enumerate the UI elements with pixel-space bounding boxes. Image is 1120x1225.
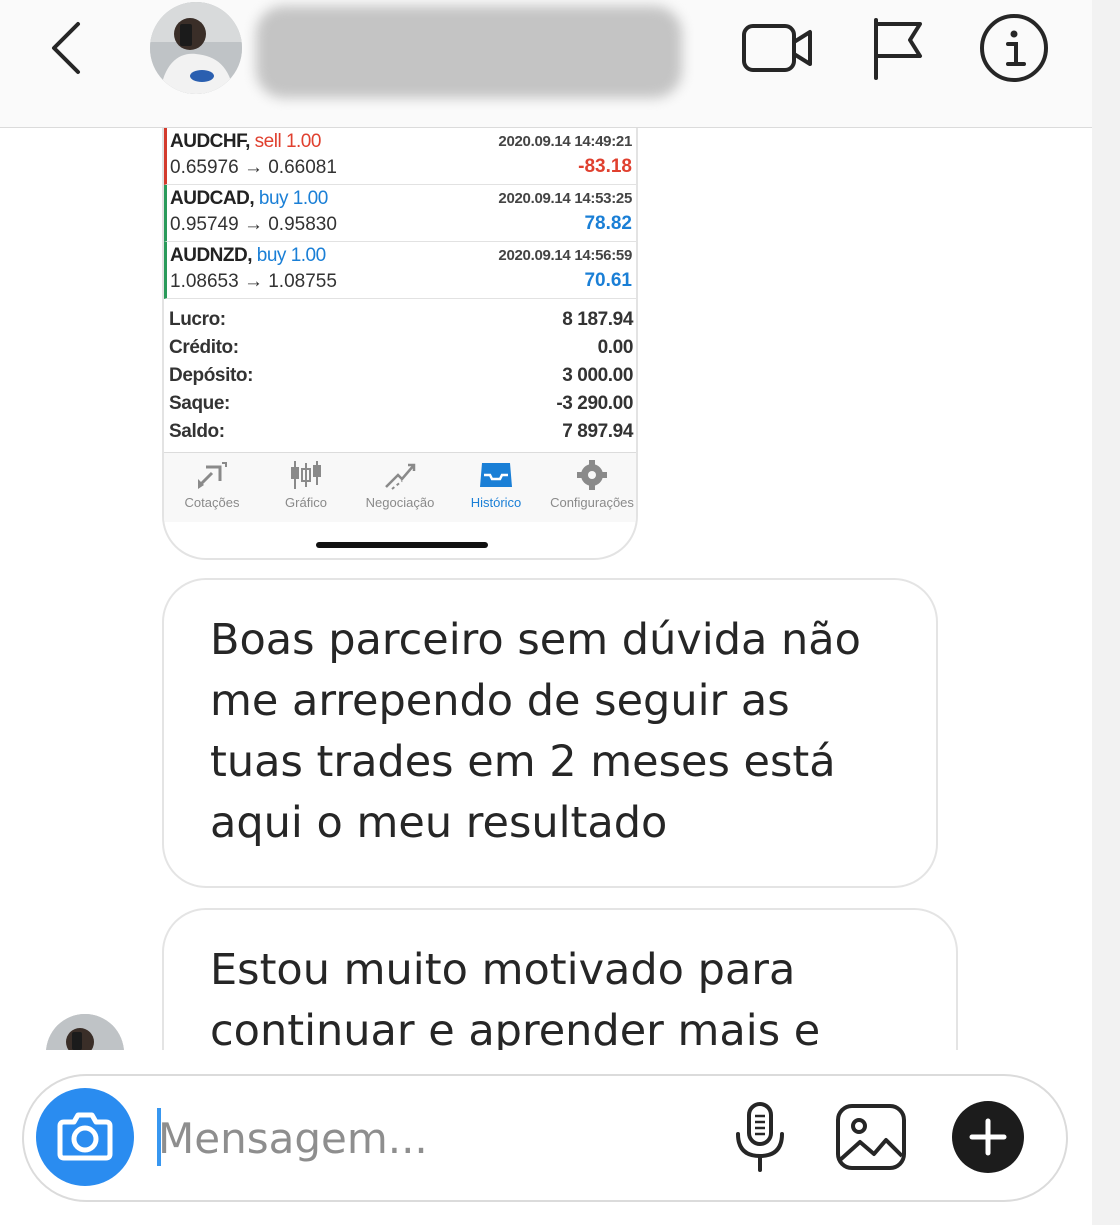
tab-history[interactable]: Histórico xyxy=(448,457,544,521)
summary-value: -3 290.00 xyxy=(556,393,633,414)
trade-symbol: AUDCHF, sell 1.00 xyxy=(170,131,321,153)
report-button[interactable] xyxy=(870,16,926,80)
trade-profit: 70.61 xyxy=(584,270,632,291)
gallery-button[interactable] xyxy=(834,1102,908,1172)
info-icon xyxy=(980,14,1048,82)
tab-label: Cotações xyxy=(184,495,240,510)
sender-avatar-clip xyxy=(40,1010,130,1050)
symbol-text: AUDCAD, xyxy=(170,188,255,209)
home-indicator xyxy=(316,542,488,548)
symbol-text: AUDNZD, xyxy=(170,245,253,266)
trade-row: AUDCAD, buy 1.00 0.95749 → 0.95830 2020.… xyxy=(164,185,636,242)
shared-screenshot[interactable]: AUDCHF, sell 1.00 0.65976 → 0.66081 2020… xyxy=(162,128,638,560)
message-bubble[interactable]: Estou muito motivado para continuar e ap… xyxy=(162,908,958,1050)
summary-label: Lucro: xyxy=(169,309,226,330)
tab-label: Configurações xyxy=(550,495,634,510)
gear-icon xyxy=(577,460,607,490)
summary-row: Crédito: 0.00 xyxy=(167,334,635,362)
trade-profit: -83.18 xyxy=(578,156,632,177)
summary-value: 0.00 xyxy=(597,337,634,358)
trade-side: buy 1.00 xyxy=(256,245,326,266)
avatar[interactable] xyxy=(150,2,242,94)
candlestick-icon xyxy=(291,461,321,489)
image-icon xyxy=(836,1104,906,1170)
trade-time: 2020.09.14 14:49:21 xyxy=(498,133,632,150)
trade-icon xyxy=(385,463,416,490)
sender-avatar[interactable] xyxy=(46,1014,124,1050)
username-redacted xyxy=(256,6,682,98)
summary-label: Crédito: xyxy=(169,337,239,358)
summary-row: Depósito: 3 000.00 xyxy=(167,362,635,390)
tab-label: Histórico xyxy=(470,495,522,510)
video-call-button[interactable] xyxy=(740,20,816,76)
inbox-icon xyxy=(480,463,512,487)
summary-label: Saque: xyxy=(169,393,230,414)
trade-row: AUDNZD, buy 1.00 1.08653 → 1.08755 2020.… xyxy=(164,242,636,299)
avatar-photo xyxy=(150,2,242,94)
app-tab-bar: Cotações Gráfico Negociação Histórico Co… xyxy=(164,452,636,522)
trade-side: sell 1.00 xyxy=(254,131,322,152)
summary-row: Saque: -3 290.00 xyxy=(167,390,635,418)
video-camera-icon xyxy=(742,24,812,72)
trade-time: 2020.09.14 14:53:25 xyxy=(498,190,632,207)
trade-symbol: AUDCAD, buy 1.00 xyxy=(170,188,328,210)
trade-prices: 0.95749 → 0.95830 xyxy=(170,214,337,235)
trade-prices: 1.08653 → 1.08755 xyxy=(170,271,337,292)
summary-value: 7 897.94 xyxy=(562,421,633,442)
flag-icon xyxy=(874,18,922,80)
edge-strip xyxy=(1092,0,1120,1225)
summary-value: 3 000.00 xyxy=(562,365,633,386)
trade-time: 2020.09.14 14:56:59 xyxy=(498,247,632,264)
account-summary: Lucro: 8 187.94 Crédito: 0.00 Depósito: 3 0… xyxy=(167,306,635,446)
tab-label: Negociação xyxy=(365,495,435,510)
trade-prices: 0.65976 → 0.66081 xyxy=(170,157,337,178)
symbol-text: AUDCHF, xyxy=(170,131,250,152)
back-button[interactable] xyxy=(40,16,100,80)
info-button[interactable] xyxy=(978,12,1050,84)
message-bubble[interactable]: Boas parceiro sem dúvida não me arrepend… xyxy=(162,578,938,888)
summary-label: Saldo: xyxy=(169,421,225,442)
quotes-icon xyxy=(198,462,227,489)
conversation-area[interactable]: AUDCHF, sell 1.00 0.65976 → 0.66081 2020… xyxy=(0,128,1092,1050)
summary-row: Lucro: 8 187.94 xyxy=(167,306,635,334)
message-text: Boas parceiro sem dúvida não me arrepend… xyxy=(210,615,861,848)
more-options-button[interactable] xyxy=(952,1101,1024,1173)
camera-icon xyxy=(57,1112,113,1161)
summary-row: Saldo: 7 897.94 xyxy=(167,418,635,446)
message-input[interactable] xyxy=(158,1108,678,1168)
trade-profit: 78.82 xyxy=(584,213,632,234)
tab-settings[interactable]: Configurações xyxy=(544,457,636,521)
trade-symbol: AUDNZD, buy 1.00 xyxy=(170,245,326,267)
tab-trade[interactable]: Negociação xyxy=(352,457,448,521)
tab-quotes[interactable]: Cotações xyxy=(164,457,260,521)
tab-label: Gráfico xyxy=(285,495,327,510)
message-text: Estou muito motivado para continuar e ap… xyxy=(210,945,821,1050)
avatar-photo xyxy=(46,1014,124,1050)
voice-message-button[interactable] xyxy=(730,1100,790,1174)
chevron-left-icon xyxy=(52,22,80,74)
plus-icon xyxy=(969,1118,1007,1156)
summary-label: Depósito: xyxy=(169,365,254,386)
chat-header xyxy=(0,0,1092,128)
microphone-icon xyxy=(736,1102,784,1172)
summary-value: 8 187.94 xyxy=(562,309,633,330)
trade-row: AUDCHF, sell 1.00 0.65976 → 0.66081 2020… xyxy=(164,128,636,185)
trade-side: buy 1.00 xyxy=(258,188,328,209)
camera-button[interactable] xyxy=(36,1088,134,1186)
tab-chart[interactable]: Gráfico xyxy=(258,457,354,521)
